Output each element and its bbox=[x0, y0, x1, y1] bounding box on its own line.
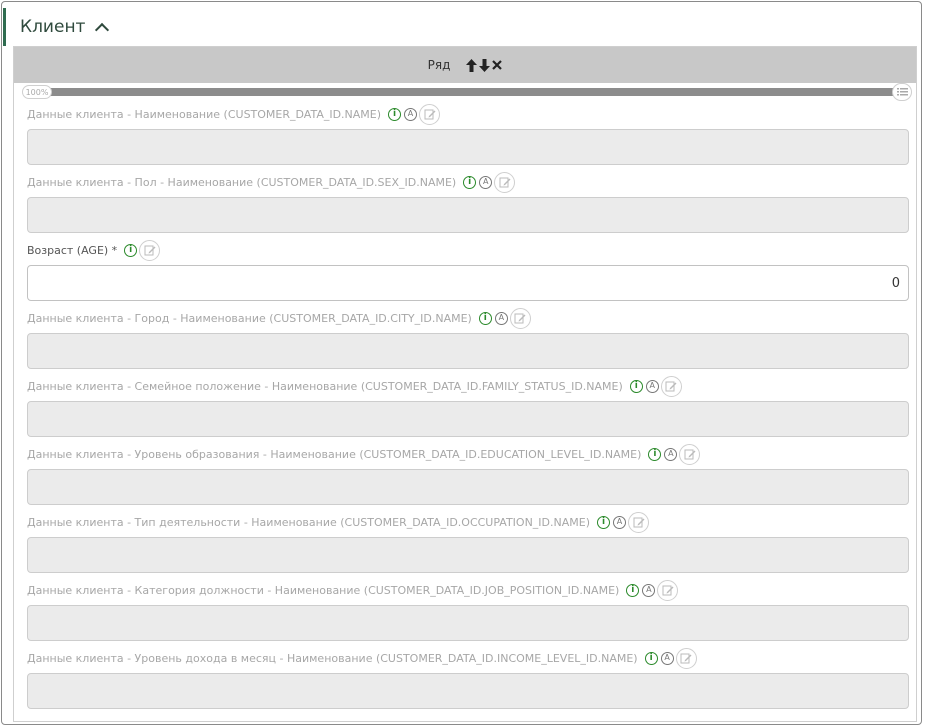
edit-icon[interactable] bbox=[494, 171, 516, 193]
auto-icon[interactable]: A bbox=[642, 583, 656, 597]
field-label-row: Данные клиента - Категория должности - Н… bbox=[27, 579, 909, 601]
info-icon[interactable]: i bbox=[478, 311, 492, 325]
info-icon[interactable]: i bbox=[629, 379, 643, 393]
edit-icon[interactable] bbox=[675, 647, 697, 669]
form-field: Данные клиента - Уровень дохода в месяц … bbox=[27, 647, 909, 709]
panel-header[interactable]: Клиент bbox=[20, 14, 110, 40]
edit-icon[interactable] bbox=[660, 375, 682, 397]
panel-accent-bar bbox=[3, 8, 6, 46]
close-icon[interactable] bbox=[492, 60, 503, 70]
auto-icon[interactable]: A bbox=[494, 311, 508, 325]
edit-icon[interactable] bbox=[419, 103, 441, 125]
field-label: Данные клиента - Пол - Наименование (CUS… bbox=[27, 175, 457, 189]
field-label-row: Данные клиента - Уровень дохода в месяц … bbox=[27, 647, 909, 669]
edit-icon[interactable] bbox=[657, 579, 679, 601]
field-label: Данные клиента - Наименование (CUSTOMER_… bbox=[27, 107, 382, 121]
row-actions bbox=[466, 58, 503, 72]
field-label: Возраст (AGE) * bbox=[27, 243, 118, 257]
arrow-down-icon[interactable] bbox=[479, 58, 491, 72]
edit-icon[interactable] bbox=[139, 239, 161, 261]
form-field: Данные клиента - Город - Наименование (C… bbox=[27, 307, 909, 369]
auto-icon[interactable]: A bbox=[479, 175, 493, 189]
field-label-row: Данные клиента - Уровень образования - Н… bbox=[27, 443, 909, 465]
field-input[interactable]: 0 bbox=[27, 265, 909, 301]
auto-icon[interactable]: A bbox=[404, 107, 418, 121]
field-label-row: Возраст (AGE) * i bbox=[27, 239, 909, 261]
info-icon[interactable]: i bbox=[124, 243, 138, 257]
list-icon[interactable] bbox=[892, 83, 912, 101]
panel-title: Клиент bbox=[20, 17, 86, 37]
chevron-up-icon[interactable] bbox=[95, 22, 110, 37]
field-input[interactable] bbox=[27, 673, 909, 709]
form-field: Данные клиента - Категория должности - Н… bbox=[27, 579, 909, 641]
field-label-row: Данные клиента - Наименование (CUSTOMER_… bbox=[27, 103, 909, 125]
field-label-row: Данные клиента - Пол - Наименование (CUS… bbox=[27, 171, 909, 193]
field-label: Данные клиента - Город - Наименование (C… bbox=[27, 311, 472, 325]
form-field: Данные клиента - Уровень образования - Н… bbox=[27, 443, 909, 505]
form-field: Данные клиента - Наименование (CUSTOMER_… bbox=[27, 103, 909, 165]
auto-icon[interactable]: A bbox=[645, 379, 659, 393]
form-field: Данные клиента - Тип деятельности - Наим… bbox=[27, 511, 909, 573]
auto-icon[interactable]: A bbox=[613, 515, 626, 529]
field-label: Данные клиента - Семейное положение - На… bbox=[27, 379, 623, 393]
row-label: Ряд bbox=[427, 58, 451, 72]
field-label: Данные клиента - Уровень дохода в месяц … bbox=[27, 651, 638, 665]
form-field: Возраст (AGE) * i 0 bbox=[27, 239, 909, 301]
field-label: Данные клиента - Тип деятельности - Наим… bbox=[27, 515, 590, 529]
info-icon[interactable]: i bbox=[597, 515, 610, 529]
field-input[interactable] bbox=[27, 537, 909, 573]
field-label: Данные клиента - Категория должности - Н… bbox=[27, 583, 620, 597]
form-field: Данные клиента - Семейное положение - На… bbox=[27, 375, 909, 437]
info-icon[interactable]: i bbox=[648, 447, 662, 461]
client-panel: Клиент Ряд 100% Данные клиента - Наимено… bbox=[1, 1, 922, 725]
auto-icon[interactable]: A bbox=[660, 651, 674, 665]
edit-icon[interactable] bbox=[628, 511, 649, 533]
info-icon[interactable]: i bbox=[644, 651, 658, 665]
info-icon[interactable]: i bbox=[388, 107, 402, 121]
row-header: Ряд bbox=[14, 47, 916, 83]
field-input[interactable] bbox=[27, 333, 909, 369]
field-input[interactable] bbox=[27, 469, 909, 505]
auto-icon[interactable]: A bbox=[664, 447, 678, 461]
slider-track[interactable] bbox=[32, 88, 900, 96]
field-input[interactable] bbox=[27, 197, 909, 233]
zoom-slider[interactable]: 100% bbox=[22, 83, 912, 101]
edit-icon[interactable] bbox=[509, 307, 531, 329]
field-input[interactable] bbox=[27, 129, 909, 165]
field-label: Данные клиента - Уровень образования - Н… bbox=[27, 447, 642, 461]
form-field: Данные клиента - Пол - Наименование (CUS… bbox=[27, 171, 909, 233]
edit-icon[interactable] bbox=[679, 443, 701, 465]
field-input[interactable] bbox=[27, 605, 909, 641]
info-icon[interactable]: i bbox=[463, 175, 477, 189]
slider-percent: 100% bbox=[22, 85, 52, 99]
field-input[interactable] bbox=[27, 401, 909, 437]
field-label-row: Данные клиента - Семейное положение - На… bbox=[27, 375, 909, 397]
field-label-row: Данные клиента - Город - Наименование (C… bbox=[27, 307, 909, 329]
field-label-row: Данные клиента - Тип деятельности - Наим… bbox=[27, 511, 909, 533]
row-container: Ряд 100% Данные клиента - Наименование (… bbox=[13, 46, 917, 722]
info-icon[interactable]: i bbox=[626, 583, 640, 597]
arrow-up-icon[interactable] bbox=[466, 58, 478, 72]
